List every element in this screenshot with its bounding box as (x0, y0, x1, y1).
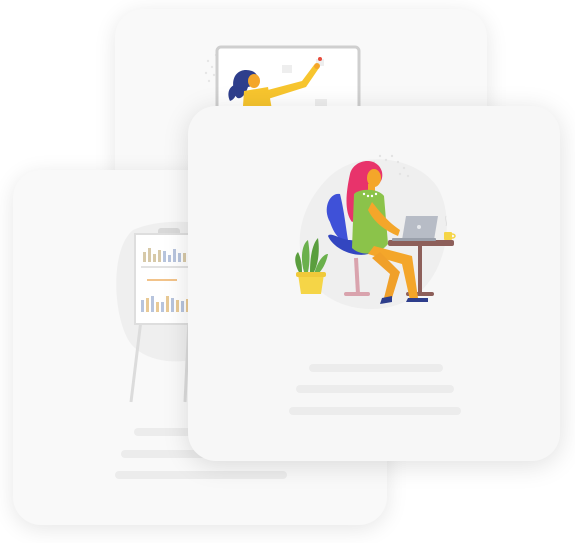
text-placeholder-line-2 (296, 385, 454, 393)
woman-working-on-laptop-illustration (295, 154, 456, 310)
text-placeholder-line-1 (309, 364, 443, 372)
text-placeholder-line-3 (115, 471, 287, 479)
text-placeholder-line-3 (289, 407, 461, 415)
front-card (188, 106, 560, 461)
